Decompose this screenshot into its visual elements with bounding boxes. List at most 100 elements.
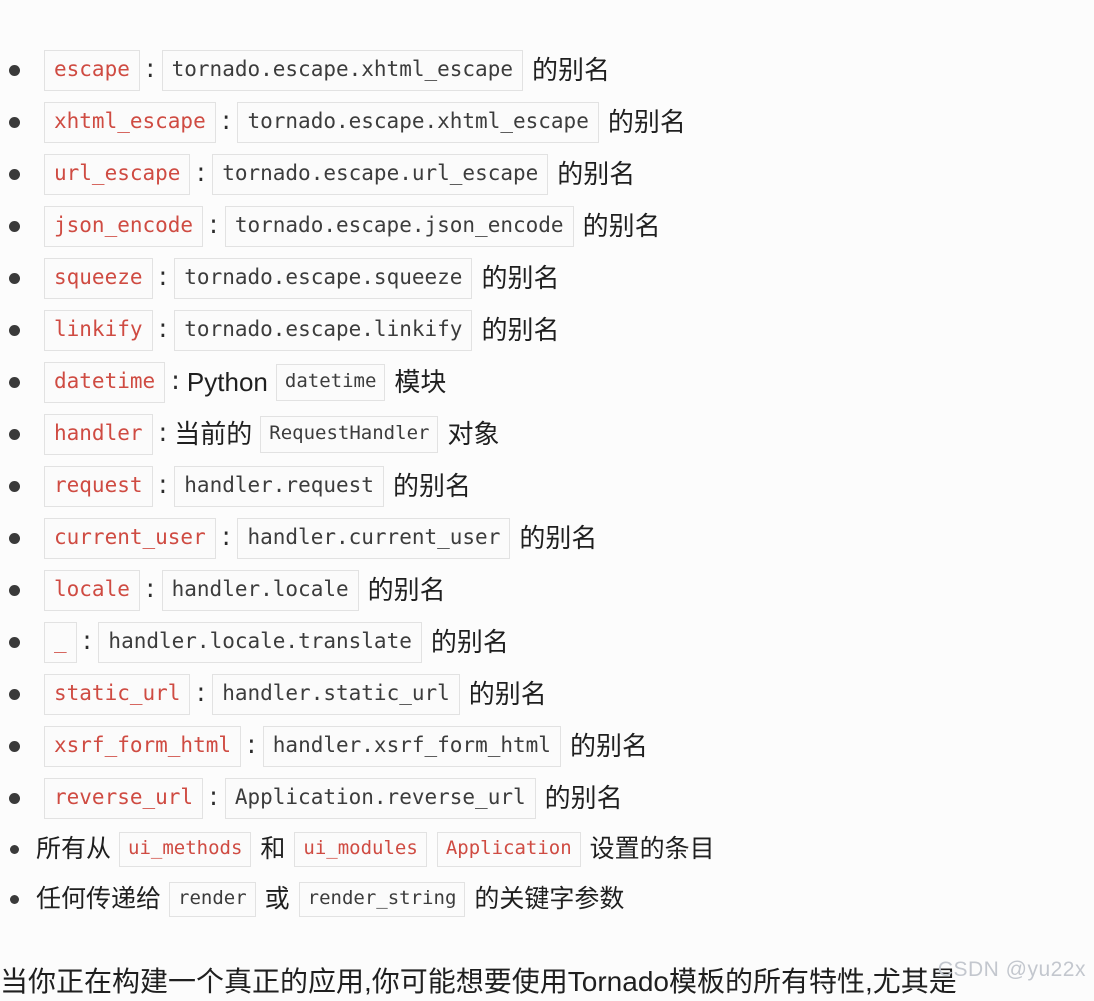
code-application: Application	[436, 831, 581, 867]
code-value: handler.request	[174, 465, 384, 507]
code-value: tornado.escape.squeeze	[174, 257, 473, 299]
item-suffix-text: 的别名	[544, 783, 623, 813]
list-item: static_url : handler.static_url 的别名	[0, 668, 1094, 720]
bullet-icon	[9, 65, 20, 76]
bullet-icon	[9, 273, 20, 284]
colon-separator: :	[171, 366, 180, 396]
list-item: squeeze : tornado.escape.squeeze 的别名	[0, 252, 1094, 304]
list-item-ui-settings: 所有从 ui_methods 和 ui_modules Application …	[0, 824, 1094, 874]
item-suffix-text: 的别名	[532, 55, 611, 85]
colon-separator: :	[145, 574, 155, 604]
code-value: tornado.escape.json_encode	[224, 205, 574, 247]
bullet-icon	[9, 793, 20, 804]
render-kwargs-lead-text: 任何传递给	[36, 884, 162, 913]
code-value: tornado.escape.xhtml_escape	[237, 101, 599, 143]
item-suffix-text: 对象	[447, 419, 500, 449]
item-lead-text: Python	[186, 367, 268, 397]
colon-separator: :	[145, 54, 155, 84]
colon-separator: :	[158, 418, 168, 448]
list-item: locale : handler.locale 的别名	[0, 564, 1094, 616]
code-value: tornado.escape.xhtml_escape	[161, 49, 523, 91]
code-value: tornado.escape.linkify	[174, 309, 473, 351]
code-key: xsrf_form_html	[44, 725, 242, 767]
colon-separator: :	[209, 782, 218, 812]
ui-settings-suffix-text: 设置的条目	[589, 834, 715, 863]
list-item: handler : 当前的 RequestHandler 对象	[0, 408, 1094, 460]
bullet-icon	[9, 533, 20, 544]
colon-separator: :	[209, 210, 218, 240]
colon-separator: :	[82, 626, 92, 656]
code-key: locale	[44, 569, 140, 611]
list-item: xhtml_escape : tornado.escape.xhtml_esca…	[0, 96, 1094, 148]
item-suffix-text: 的别名	[468, 679, 547, 709]
ui-settings-lead-text: 所有从	[36, 834, 112, 863]
code-key: datetime	[44, 361, 166, 403]
list-item: linkify : tornado.escape.linkify 的别名	[0, 304, 1094, 356]
list-item: reverse_url : Application.reverse_url 的别…	[0, 772, 1094, 824]
colon-separator: :	[247, 730, 256, 760]
tail-paragraph: 当你正在构建一个真正的应用,你可能想要使用Tornado模板的所有特性,尤其是	[0, 966, 957, 997]
code-value: handler.locale.translate	[98, 621, 422, 663]
list-item: escape : tornado.escape.xhtml_escape 的别名	[0, 44, 1094, 96]
render-kwargs-conjunction: 或	[264, 884, 290, 913]
item-suffix-text: 的别名	[392, 471, 471, 501]
code-render: render	[169, 881, 256, 917]
code-key: reverse_url	[44, 777, 204, 819]
list-item: json_encode : tornado.escape.json_encode…	[0, 200, 1094, 252]
list-item-render-kwargs: 任何传递给 render 或 render_string 的关键字参数	[0, 874, 1094, 924]
list-item: datetime : Python datetime 模块	[0, 356, 1094, 408]
code-key: url_escape	[44, 153, 191, 195]
item-suffix-text: 的别名	[557, 159, 636, 189]
colon-separator: :	[158, 262, 168, 292]
list-item: url_escape : tornado.escape.url_escape 的…	[0, 148, 1094, 200]
bullet-icon	[9, 325, 20, 336]
render-kwargs-suffix-text: 的关键字参数	[474, 884, 625, 913]
code-key: _	[44, 621, 77, 663]
code-key: linkify	[44, 309, 153, 351]
colon-separator: :	[196, 158, 206, 188]
bullet-icon	[9, 585, 20, 596]
code-key: handler	[44, 413, 153, 455]
item-lead-text: 当前的	[174, 419, 253, 449]
list-item: request : handler.request 的别名	[0, 460, 1094, 512]
code-key: xhtml_escape	[44, 101, 216, 143]
item-suffix-text: 的别名	[367, 575, 446, 605]
code-ui-methods: ui_methods	[119, 831, 252, 867]
bullet-icon	[9, 637, 20, 648]
ui-settings-conjunction: 和	[260, 834, 286, 863]
bullet-icon	[9, 377, 20, 388]
colon-separator: :	[158, 470, 168, 500]
code-value: handler.static_url	[212, 673, 460, 715]
list-item: current_user : handler.current_user 的别名	[0, 512, 1094, 564]
bullet-icon	[9, 429, 20, 440]
bullet-icon	[9, 221, 20, 232]
template-namespace-list: escape : tornado.escape.xhtml_escape 的别名…	[0, 44, 1094, 924]
code-value: Application.reverse_url	[224, 777, 536, 819]
bullet-icon	[10, 845, 19, 854]
item-suffix-text: 的别名	[481, 315, 560, 345]
code-value: datetime	[275, 363, 386, 401]
colon-separator: :	[221, 106, 231, 136]
code-key: squeeze	[44, 257, 153, 299]
code-value: tornado.escape.url_escape	[212, 153, 549, 195]
item-suffix-text: 的别名	[569, 731, 648, 761]
colon-separator: :	[221, 522, 231, 552]
code-value: handler.locale	[161, 569, 359, 611]
code-value: handler.current_user	[237, 517, 511, 559]
code-render-string: render_string	[298, 881, 466, 917]
code-key: json_encode	[44, 205, 204, 247]
item-suffix-text: 的别名	[607, 107, 686, 137]
code-value: RequestHandler	[260, 415, 439, 453]
bullet-icon	[9, 481, 20, 492]
bullet-icon	[9, 169, 20, 180]
item-suffix-text: 的别名	[582, 211, 661, 241]
item-suffix-text: 模块	[394, 367, 447, 397]
list-item: xsrf_form_html : handler.xsrf_form_html …	[0, 720, 1094, 772]
code-value: handler.xsrf_form_html	[262, 725, 561, 767]
colon-separator: :	[196, 678, 206, 708]
code-key: request	[44, 465, 153, 507]
code-key: current_user	[44, 517, 216, 559]
code-key: escape	[44, 49, 140, 91]
bullet-icon	[10, 895, 19, 904]
bullet-icon	[9, 741, 20, 752]
